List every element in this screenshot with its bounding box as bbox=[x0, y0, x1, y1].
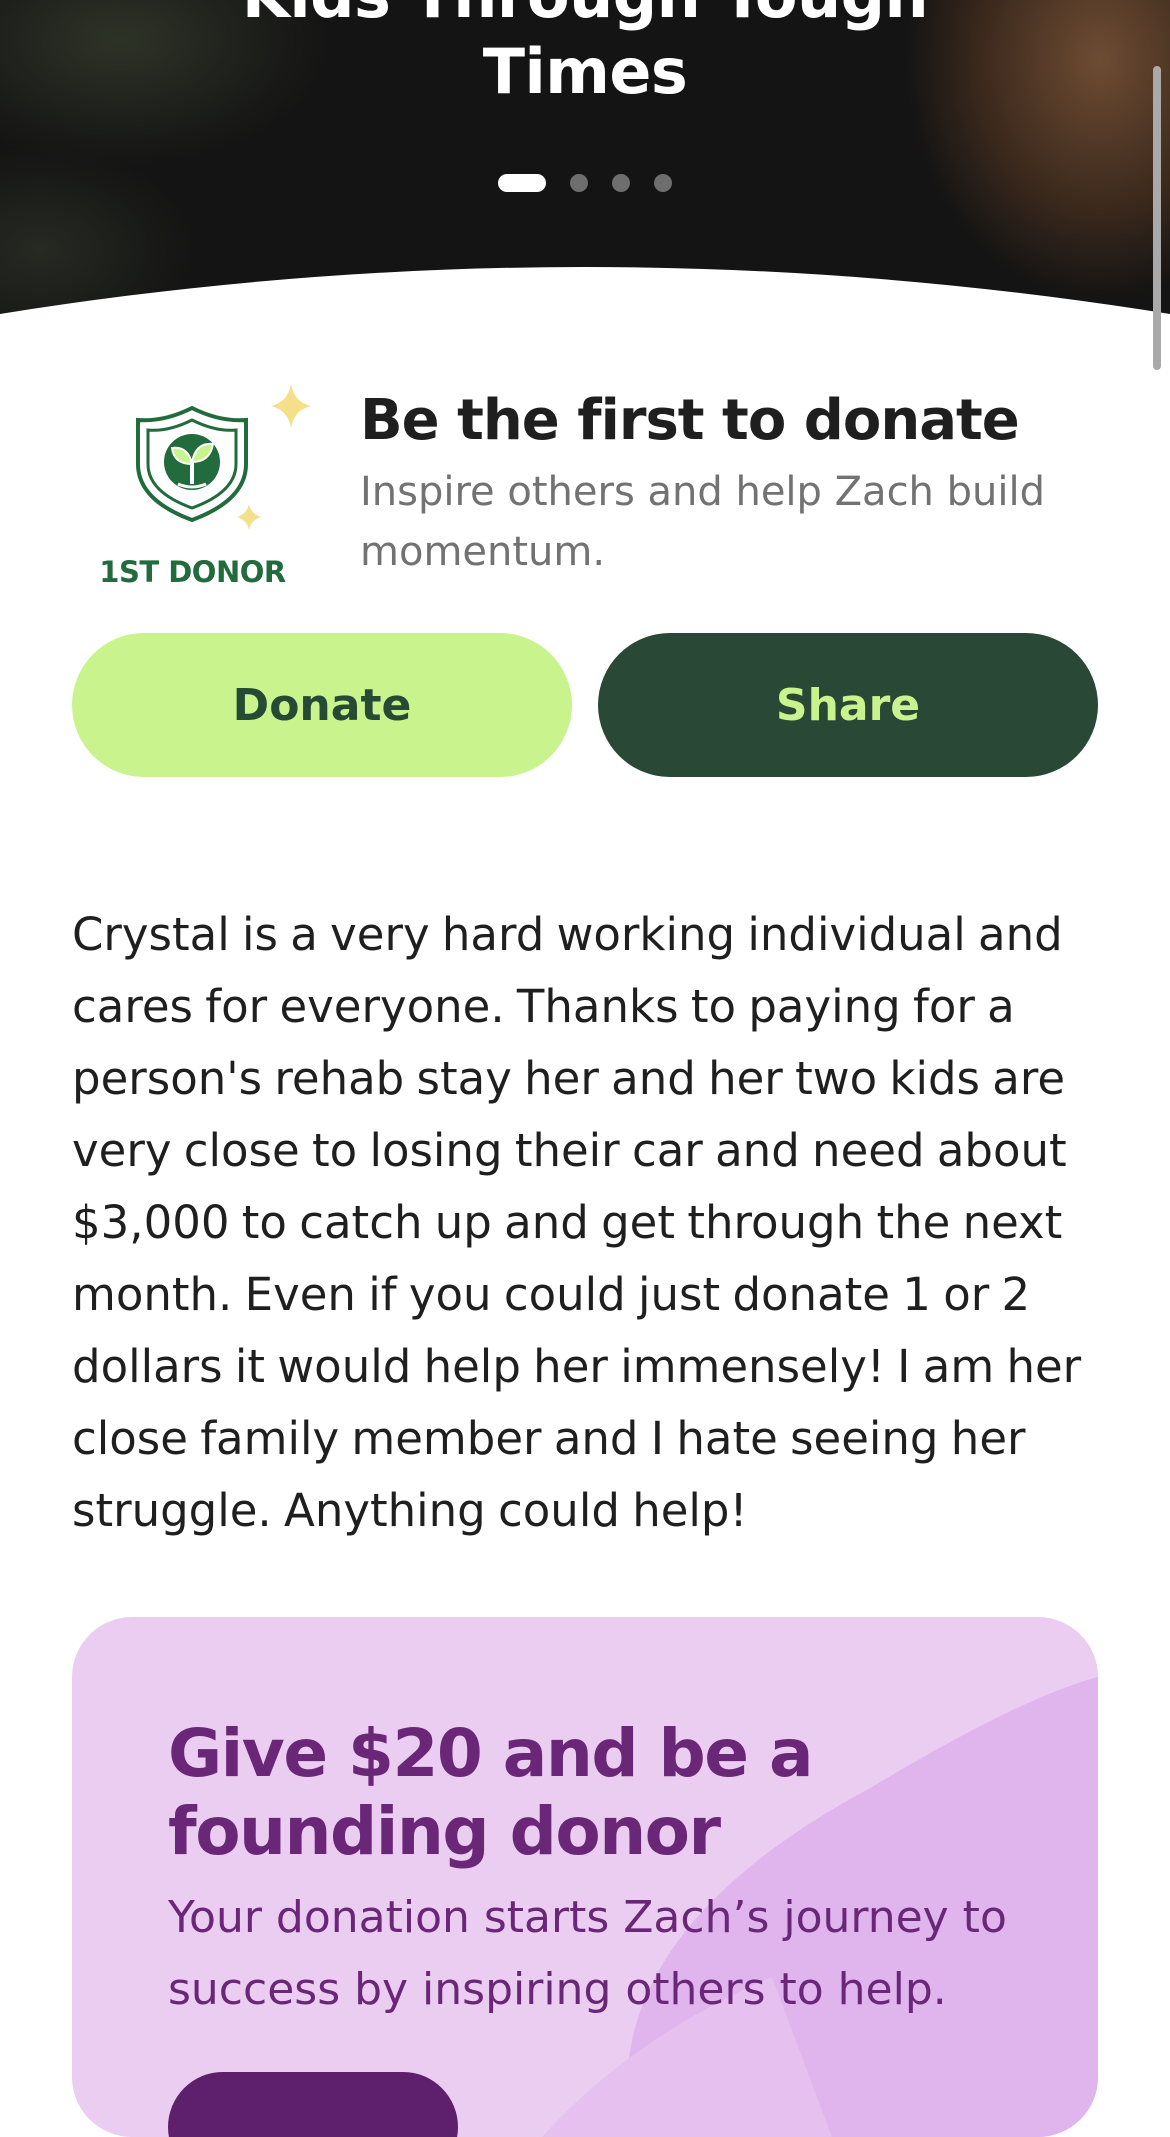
campaign-story: Crystal is a very hard working individua… bbox=[72, 908, 1082, 1537]
carousel-indicator bbox=[0, 174, 1170, 192]
sparkle-icon-small bbox=[237, 504, 261, 530]
card-background-shapes bbox=[542, 1677, 1098, 2137]
carousel-dot-1[interactable] bbox=[498, 174, 546, 192]
first-donor-subtitle: Inspire others and help Zach build momen… bbox=[360, 469, 1045, 575]
hero-curve-divider bbox=[0, 267, 1170, 330]
carousel-dot-2[interactable] bbox=[570, 174, 588, 192]
hero-image[interactable]: Kids Through Tough Times bbox=[0, 0, 1170, 330]
donate-button[interactable]: Donate bbox=[72, 633, 572, 777]
carousel-dot-3[interactable] bbox=[612, 174, 630, 192]
founding-donate-button[interactable] bbox=[168, 2072, 458, 2137]
campaign-title-line-1: Kids Through Tough bbox=[0, 0, 1170, 34]
founding-donor-card: Give $20 and be a founding donor Your do… bbox=[72, 1617, 1098, 2137]
badge-label: 1ST DONOR bbox=[99, 555, 286, 589]
carousel-dot-4[interactable] bbox=[654, 174, 672, 192]
first-donor-title: Be the first to donate bbox=[360, 388, 1020, 453]
founding-donor-text: Your donation starts Zach’s journey to s… bbox=[168, 1892, 1007, 2015]
sparkle-icon-large bbox=[271, 384, 311, 428]
campaign-title-line-2: Times bbox=[482, 35, 688, 108]
founding-donor-title: Give $20 and be a founding donor bbox=[168, 1715, 814, 1870]
campaign-title: Kids Through Tough Times bbox=[0, 0, 1170, 110]
page-scrollbar[interactable] bbox=[1153, 66, 1161, 370]
share-button[interactable]: Share bbox=[598, 633, 1098, 777]
